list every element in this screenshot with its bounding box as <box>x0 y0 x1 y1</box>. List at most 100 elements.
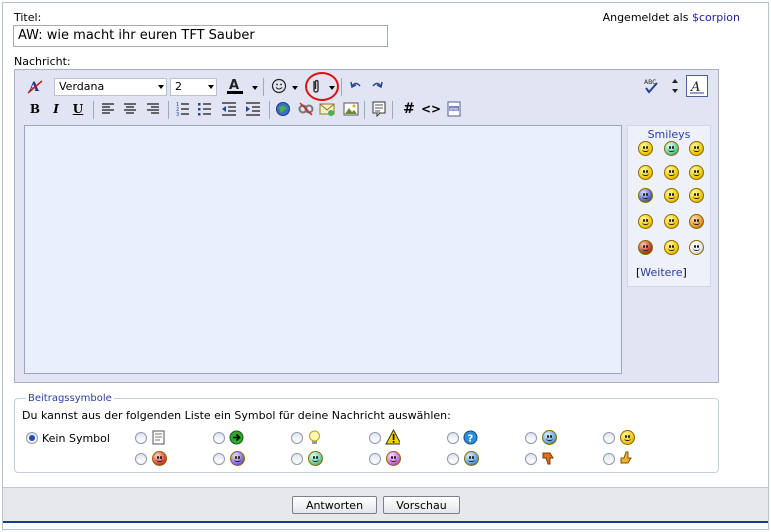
nerd-icon[interactable] <box>664 214 679 229</box>
svg-text:?: ? <box>468 434 474 445</box>
devil-icon[interactable] <box>689 214 704 229</box>
radio-no-icon[interactable] <box>26 432 38 444</box>
grin-icon <box>308 451 323 466</box>
radio-red-face-icon[interactable] <box>447 453 459 465</box>
post-icon <box>151 430 166 445</box>
warning-icon <box>385 428 400 444</box>
preview-button[interactable]: Vorschau <box>383 496 460 514</box>
editor: A Verdana 2 A ABC A B I U <box>14 69 719 383</box>
insert-image-icon[interactable] <box>341 99 361 119</box>
bottom-border <box>3 521 768 523</box>
radio-lightbulb-icon[interactable] <box>291 432 303 444</box>
toolbar-separator <box>364 101 365 119</box>
mad-icon[interactable] <box>638 240 653 255</box>
insert-email-icon[interactable] <box>317 99 337 119</box>
insert-link-icon[interactable] <box>273 99 293 119</box>
switch-mode-icon[interactable]: A <box>686 75 708 97</box>
radio-thumbs-up-icon[interactable] <box>603 453 615 465</box>
frown-icon[interactable] <box>689 188 704 203</box>
cool-icon[interactable] <box>689 165 704 180</box>
size-select[interactable]: 2 <box>170 78 217 96</box>
red-face-icon <box>464 451 479 466</box>
login-prefix: Angemeldet als <box>602 11 689 24</box>
remove-format-icon[interactable]: A <box>25 76 45 96</box>
radio-wink-icon[interactable] <box>369 453 381 465</box>
radio-arrow-icon[interactable] <box>213 432 225 444</box>
outdent-icon[interactable] <box>219 99 239 119</box>
text-color-dropdown-icon[interactable] <box>252 86 258 90</box>
ordered-list-icon[interactable]: 123 <box>173 99 193 119</box>
post-icons-fieldset: Beitragssymbole Du kannst aus der folgen… <box>14 393 719 473</box>
no-icon-label: Kein Symbol <box>42 432 110 445</box>
radio-cool-icon[interactable] <box>525 432 537 444</box>
angry-icon <box>230 451 245 466</box>
surprised-icon[interactable] <box>664 240 679 255</box>
remove-link-icon[interactable] <box>296 99 316 119</box>
tongue-icon[interactable] <box>638 165 653 180</box>
message-textarea[interactable] <box>24 125 622 374</box>
arrow-icon <box>229 430 244 445</box>
radio-question-icon[interactable] <box>447 432 459 444</box>
confused-icon[interactable] <box>664 165 679 180</box>
wink-icon <box>386 451 401 466</box>
toolbar-separator <box>168 101 169 119</box>
resize-icon[interactable] <box>665 76 685 96</box>
font-select-value: Verdana <box>59 80 105 93</box>
html-icon[interactable]: <> <box>421 99 441 119</box>
italic-icon[interactable]: I <box>46 99 66 119</box>
thumbs-up-icon <box>619 450 634 465</box>
smilies-header: Smileys <box>647 128 691 141</box>
redo-icon[interactable] <box>367 76 387 96</box>
align-right-icon[interactable] <box>143 99 163 119</box>
thumbs-down-icon <box>541 450 556 465</box>
sleepy-icon[interactable] <box>689 240 704 255</box>
title-label: Titel: <box>14 11 42 24</box>
toolbar-separator <box>341 78 342 96</box>
title-input[interactable]: AW: wie macht ihr euren TFT Sauber <box>13 25 388 47</box>
size-select-value: 2 <box>175 80 182 93</box>
happy-icon[interactable] <box>689 141 704 156</box>
cool-icon <box>542 430 557 445</box>
radio-smile-icon[interactable] <box>603 432 615 444</box>
wink-icon[interactable] <box>638 214 653 229</box>
underline-icon[interactable]: U <box>68 99 88 119</box>
more-smilies: [Weitere] <box>636 266 687 279</box>
radio-post-icon[interactable] <box>135 432 147 444</box>
font-select[interactable]: Verdana <box>54 78 167 96</box>
smilies-menu-icon[interactable] <box>269 76 289 96</box>
post-icons-legend: Beitragssymbole <box>26 393 114 404</box>
align-center-icon[interactable] <box>120 99 140 119</box>
smile-icon[interactable] <box>638 141 653 156</box>
question-icon: ? <box>463 430 478 445</box>
radio-grin-icon[interactable] <box>291 453 303 465</box>
align-left-icon[interactable] <box>98 99 118 119</box>
eek-icon[interactable] <box>664 188 679 203</box>
spellcheck-icon[interactable]: ABC <box>641 76 661 96</box>
grin-icon[interactable] <box>664 141 679 156</box>
post-icons-description: Du kannst aus der folgenden Liste ein Sy… <box>22 409 451 422</box>
smile-icon <box>620 430 635 445</box>
radio-thumbs-down-icon[interactable] <box>525 453 537 465</box>
smilies-dropdown-icon[interactable] <box>292 86 298 90</box>
toolbar-separator <box>392 101 393 119</box>
more-close-bracket: ] <box>682 266 687 279</box>
mad-icon <box>152 451 167 466</box>
more-smilies-link[interactable]: Weitere <box>640 266 682 279</box>
username-link[interactable]: $corpion <box>692 11 740 24</box>
svg-text:A: A <box>229 78 239 93</box>
toolbar-separator <box>263 78 264 96</box>
bold-icon[interactable]: B <box>25 99 45 119</box>
rolleyes-icon[interactable] <box>638 188 653 203</box>
php-icon[interactable]: php <box>444 99 464 119</box>
wrap-code-icon[interactable]: # <box>399 99 419 119</box>
radio-angry-icon[interactable] <box>213 453 225 465</box>
radio-mad-icon[interactable] <box>135 453 147 465</box>
quote-icon[interactable] <box>369 99 389 119</box>
text-color-icon[interactable]: A <box>225 76 245 96</box>
radio-warning-icon[interactable] <box>369 432 381 444</box>
login-status: Angemeldet als $corpion <box>603 11 740 24</box>
submit-reply-button[interactable]: Antworten <box>292 496 377 514</box>
unordered-list-icon[interactable] <box>195 99 215 119</box>
indent-icon[interactable] <box>243 99 263 119</box>
undo-icon[interactable] <box>346 76 366 96</box>
